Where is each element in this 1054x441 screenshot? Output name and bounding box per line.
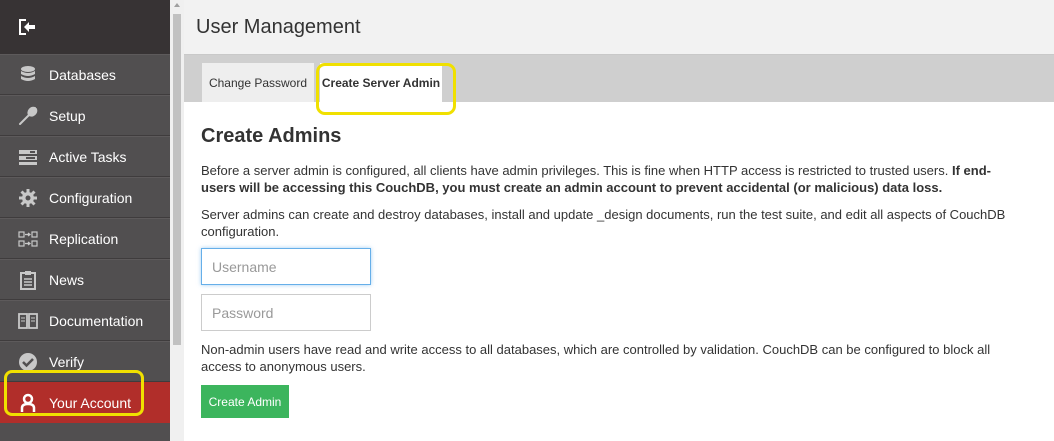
database-icon [21,66,35,81]
sidebar-item-label: News [49,272,85,288]
section-title: Create Admins [201,125,342,147]
book-icon [18,313,38,329]
scrollbar-thumb[interactable] [173,14,181,345]
sidebar-item-label: Databases [49,67,116,83]
sidebar-header [0,0,170,54]
non-admin-note: Non-admin users have read and write acce… [201,342,991,374]
clipboard-icon [20,271,36,290]
sidebar-item-label: Active Tasks [49,149,127,165]
sidebar-item-label: Configuration [49,190,133,206]
wrench-icon [19,106,38,125]
sidebar-item-active-tasks[interactable]: Active Tasks [0,136,170,177]
gear-icon [19,189,37,207]
page-header: User Management [184,0,1054,55]
highlight-annotation [4,370,144,416]
sidebar-item-label: Documentation [49,313,144,329]
password-input[interactable] [201,294,371,331]
page-title: User Management [196,16,361,38]
sidebar-item-databases[interactable]: Databases [0,54,170,95]
intro-text: Before a server admin is configured, all… [201,163,949,178]
sidebar-item-label: Setup [49,108,86,124]
scroll-up-arrow-icon[interactable] [174,3,180,7]
create-admin-button[interactable]: Create Admin [201,385,289,418]
sidebar-item-documentation[interactable]: Documentation [0,300,170,341]
sidebar-item-setup[interactable]: Setup [0,95,170,136]
tabs-bar: Change Password Create Server Admin [184,55,1054,102]
scrollbar[interactable] [170,0,184,441]
sidebar-item-replication[interactable]: Replication [0,218,170,259]
intro-paragraph: Before a server admin is configured, all… [201,162,1021,196]
check-circle-icon [19,353,37,371]
replication-icon [18,231,38,247]
tasks-icon [19,150,37,165]
username-input[interactable] [201,248,371,285]
highlight-annotation [316,63,456,115]
sidebar-item-label: Verify [49,354,85,370]
sidebar-item-news[interactable]: News [0,259,170,300]
sidebar-item-label: Replication [49,231,119,247]
sign-out-icon[interactable] [17,18,37,36]
sidebar-item-configuration[interactable]: Configuration [0,177,170,218]
tab-change-password[interactable]: Change Password [202,63,314,102]
capabilities-paragraph: Server admins can create and destroy dat… [201,207,1006,239]
